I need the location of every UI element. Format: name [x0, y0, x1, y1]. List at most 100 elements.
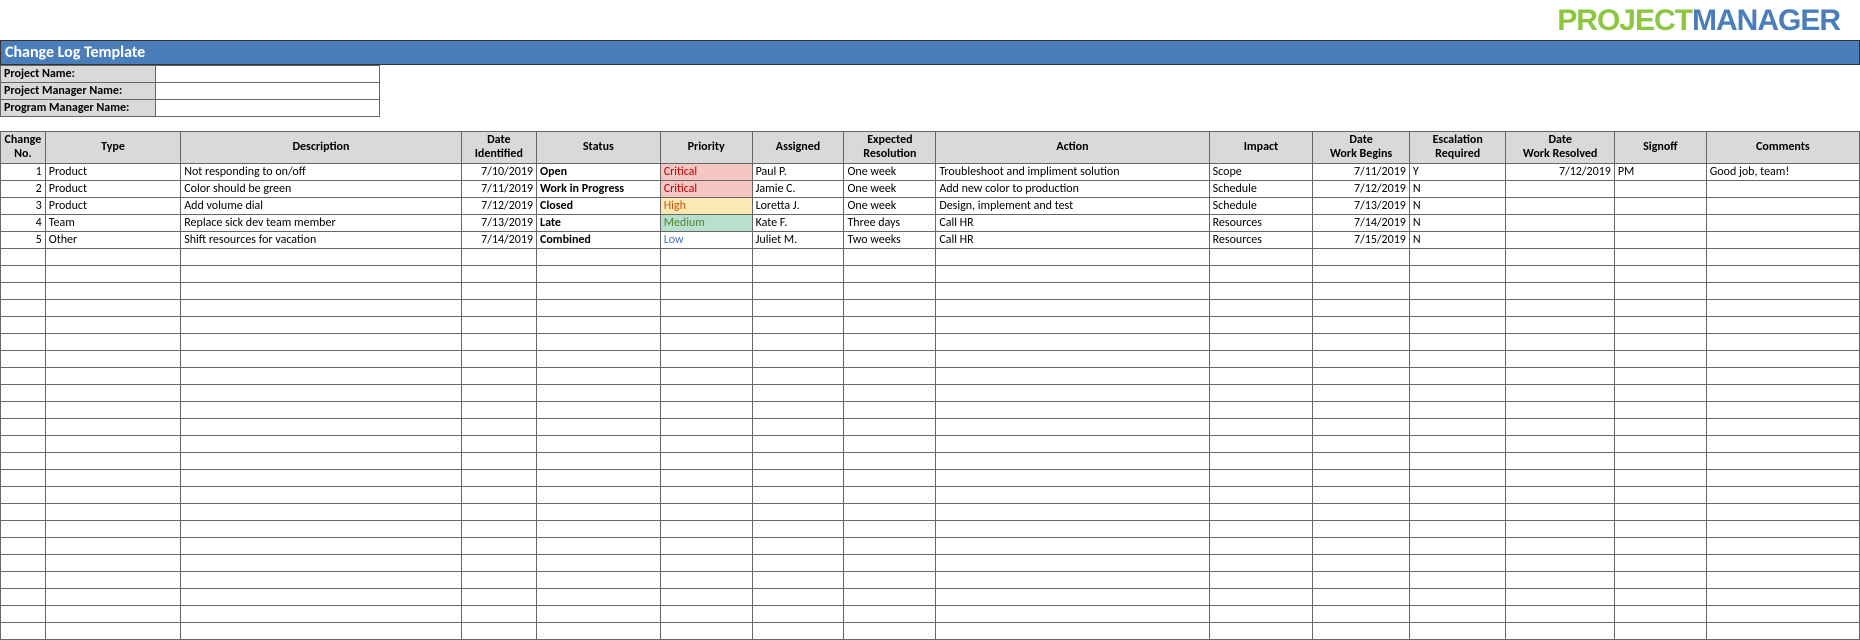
- cell-empty[interactable]: [537, 487, 661, 504]
- cell-empty[interactable]: [1506, 436, 1614, 453]
- cell-empty[interactable]: [537, 606, 661, 623]
- cell-empty[interactable]: [660, 470, 752, 487]
- cell-empty[interactable]: [936, 521, 1209, 538]
- cell-empty[interactable]: [461, 317, 536, 334]
- cell-no[interactable]: 4: [1, 215, 46, 232]
- cell-empty[interactable]: [660, 521, 752, 538]
- cell-empty[interactable]: [1614, 266, 1706, 283]
- cell-empty[interactable]: [1, 453, 46, 470]
- cell-empty[interactable]: [45, 402, 180, 419]
- cell-empty[interactable]: [936, 572, 1209, 589]
- cell-empty[interactable]: [1409, 572, 1506, 589]
- cell-escalation[interactable]: N: [1409, 215, 1506, 232]
- cell-empty[interactable]: [45, 623, 180, 640]
- cell-type[interactable]: Other: [45, 232, 180, 249]
- cell-empty[interactable]: [752, 606, 844, 623]
- cell-empty[interactable]: [537, 589, 661, 606]
- cell-empty[interactable]: [1409, 266, 1506, 283]
- cell-empty[interactable]: [461, 521, 536, 538]
- cell-status[interactable]: Combined: [537, 232, 661, 249]
- cell-empty[interactable]: [537, 436, 661, 453]
- cell-impact[interactable]: Scope: [1209, 164, 1313, 181]
- cell-empty[interactable]: [1506, 317, 1614, 334]
- cell-empty[interactable]: [1, 572, 46, 589]
- cell-assigned[interactable]: Juliet M.: [752, 232, 844, 249]
- cell-priority[interactable]: Critical: [660, 181, 752, 198]
- cell-empty[interactable]: [1409, 487, 1506, 504]
- cell-empty[interactable]: [1, 402, 46, 419]
- cell-empty[interactable]: [660, 266, 752, 283]
- cell-empty[interactable]: [1706, 453, 1859, 470]
- cell-empty[interactable]: [1506, 623, 1614, 640]
- cell-empty[interactable]: [1209, 623, 1313, 640]
- cell-empty[interactable]: [1706, 249, 1859, 266]
- cell-empty[interactable]: [752, 300, 844, 317]
- cell-empty[interactable]: [844, 504, 936, 521]
- cell-empty[interactable]: [1409, 351, 1506, 368]
- cell-empty[interactable]: [537, 368, 661, 385]
- cell-empty[interactable]: [752, 266, 844, 283]
- cell-empty[interactable]: [1614, 453, 1706, 470]
- cell-expected[interactable]: One week: [844, 181, 936, 198]
- cell-empty[interactable]: [1409, 419, 1506, 436]
- cell-empty[interactable]: [1209, 436, 1313, 453]
- cell-type[interactable]: Product: [45, 198, 180, 215]
- cell-empty[interactable]: [537, 283, 661, 300]
- cell-empty[interactable]: [752, 249, 844, 266]
- cell-empty[interactable]: [1209, 300, 1313, 317]
- cell-empty[interactable]: [1209, 402, 1313, 419]
- cell-empty[interactable]: [1614, 606, 1706, 623]
- cell-empty[interactable]: [1506, 589, 1614, 606]
- cell-empty[interactable]: [1409, 436, 1506, 453]
- cell-empty[interactable]: [181, 266, 461, 283]
- cell-empty[interactable]: [1313, 521, 1410, 538]
- cell-assigned[interactable]: Kate F.: [752, 215, 844, 232]
- cell-signoff[interactable]: [1614, 232, 1706, 249]
- cell-empty[interactable]: [1313, 351, 1410, 368]
- cell-empty[interactable]: [1614, 385, 1706, 402]
- cell-empty[interactable]: [660, 487, 752, 504]
- cell-empty[interactable]: [1506, 521, 1614, 538]
- cell-empty[interactable]: [1506, 368, 1614, 385]
- cell-empty[interactable]: [537, 623, 661, 640]
- cell-empty[interactable]: [461, 606, 536, 623]
- cell-empty[interactable]: [1506, 538, 1614, 555]
- cell-empty[interactable]: [752, 589, 844, 606]
- cell-empty[interactable]: [1, 334, 46, 351]
- cell-empty[interactable]: [1706, 521, 1859, 538]
- cell-empty[interactable]: [660, 402, 752, 419]
- cell-assigned[interactable]: Paul P.: [752, 164, 844, 181]
- cell-empty[interactable]: [1409, 538, 1506, 555]
- cell-escalation[interactable]: N: [1409, 181, 1506, 198]
- cell-empty[interactable]: [752, 385, 844, 402]
- cell-empty[interactable]: [537, 453, 661, 470]
- cell-empty[interactable]: [1614, 623, 1706, 640]
- cell-empty[interactable]: [1209, 470, 1313, 487]
- cell-priority[interactable]: Low: [660, 232, 752, 249]
- cell-empty[interactable]: [936, 368, 1209, 385]
- cell-comments[interactable]: [1706, 181, 1859, 198]
- cell-empty[interactable]: [1614, 249, 1706, 266]
- cell-empty[interactable]: [1313, 555, 1410, 572]
- cell-empty[interactable]: [1409, 334, 1506, 351]
- cell-empty[interactable]: [844, 555, 936, 572]
- cell-empty[interactable]: [1706, 300, 1859, 317]
- cell-empty[interactable]: [752, 368, 844, 385]
- cell-empty[interactable]: [45, 453, 180, 470]
- cell-empty[interactable]: [461, 470, 536, 487]
- cell-empty[interactable]: [181, 538, 461, 555]
- cell-empty[interactable]: [537, 538, 661, 555]
- cell-empty[interactable]: [752, 283, 844, 300]
- cell-empty[interactable]: [1506, 266, 1614, 283]
- cell-empty[interactable]: [660, 572, 752, 589]
- cell-empty[interactable]: [752, 470, 844, 487]
- cell-empty[interactable]: [936, 351, 1209, 368]
- cell-empty[interactable]: [752, 351, 844, 368]
- cell-empty[interactable]: [844, 419, 936, 436]
- cell-empty[interactable]: [844, 606, 936, 623]
- cell-empty[interactable]: [936, 623, 1209, 640]
- cell-status[interactable]: Open: [537, 164, 661, 181]
- cell-empty[interactable]: [1506, 385, 1614, 402]
- cell-empty[interactable]: [752, 487, 844, 504]
- cell-expected[interactable]: One week: [844, 164, 936, 181]
